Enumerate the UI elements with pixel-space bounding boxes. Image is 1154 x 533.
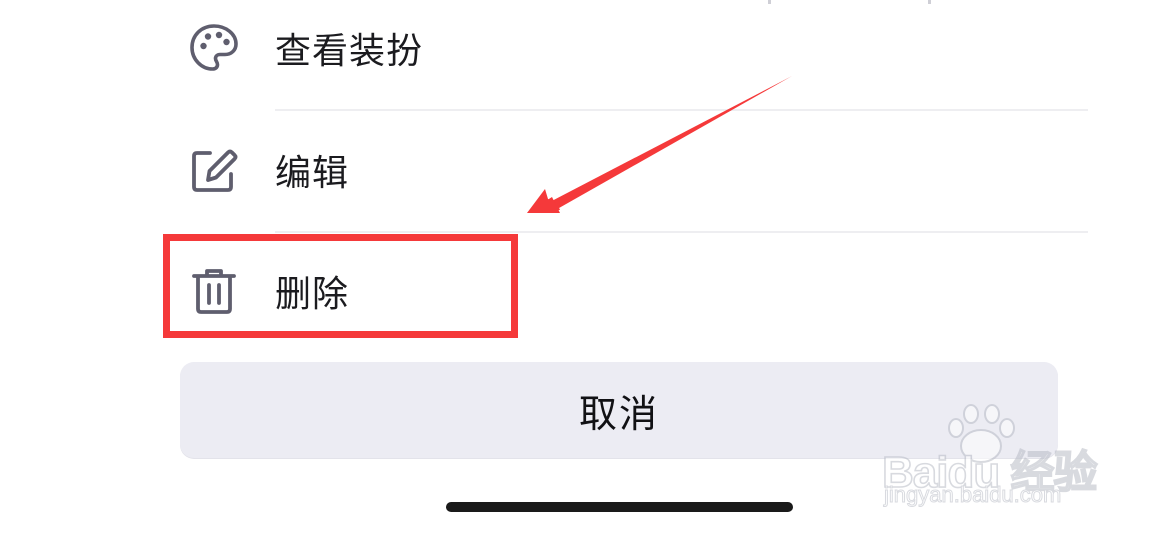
menu-item-label: 查看装扮 [275, 31, 424, 72]
menu-item-view-outfit[interactable]: 查看装扮 [160, 0, 1088, 102]
action-sheet-screen: 查看装扮 编辑 删除 取消 Baidu 经验 jingyan.baidu.com [0, 0, 1154, 533]
home-indicator[interactable] [446, 502, 793, 512]
watermark: Baidu 经验 jingyan.baidu.com [880, 400, 1120, 510]
watermark-domain: jingyan.baidu.com [883, 482, 1062, 508]
edit-icon [188, 144, 240, 196]
palette-icon [188, 22, 240, 74]
divider [275, 109, 1088, 111]
menu-item-edit[interactable]: 编辑 [160, 116, 1088, 224]
annotation-highlight-box [163, 234, 518, 338]
divider [275, 231, 1088, 233]
cancel-label: 取消 [578, 391, 659, 436]
menu-item-label: 编辑 [275, 153, 350, 194]
